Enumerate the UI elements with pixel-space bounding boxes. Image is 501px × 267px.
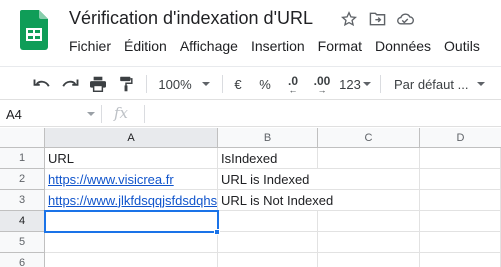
cell-a6[interactable] [45,253,218,267]
cell-c4[interactable] [318,211,420,232]
cell-b4[interactable] [218,211,318,232]
cloud-status-icon[interactable] [396,10,414,28]
cell-b6[interactable] [218,253,318,267]
chevron-down-icon [87,112,95,116]
print-icon[interactable] [86,67,110,101]
font-select[interactable]: Par défaut ... [388,67,492,101]
fx-icon: fx [114,104,129,122]
paint-format-icon[interactable] [114,67,138,101]
menu-edit[interactable]: Édition [124,38,167,54]
decrease-decimals-button[interactable]: .0 ← [283,67,303,101]
name-box-value: A4 [6,106,22,122]
zoom-value: 100% [158,76,192,92]
spreadsheet-grid: A B C D 1 2 3 4 5 6 URL IsIndexed https:… [0,128,501,267]
chevron-down-icon [201,82,210,86]
increase-decimals-button[interactable]: .00 → [310,67,334,101]
font-value: Par défaut ... [394,76,469,92]
cell-d1[interactable] [420,148,501,169]
currency-format-button[interactable]: € [229,67,247,101]
menu-view[interactable]: Affichage [180,38,238,54]
menu-format[interactable]: Format [318,38,362,54]
cell-c3[interactable] [318,190,420,211]
column-header-b[interactable]: B [218,128,318,148]
menu-data[interactable]: Données [375,38,431,54]
cell-c2[interactable] [318,169,420,190]
row-header-3[interactable]: 3 [0,190,45,211]
menu-bar: Fichier Édition Affichage Insertion Form… [69,38,493,54]
menu-file[interactable]: Fichier [69,38,111,54]
star-icon[interactable] [340,10,358,28]
cell-a5[interactable] [45,232,218,253]
percent-format-button[interactable]: % [256,67,274,101]
cell-b2[interactable]: URL is Indexed [218,169,318,190]
more-formats-label: 123 [339,76,361,92]
toolbar: 100% € % .0 ← .00 → 123 Par défaut ... [0,66,501,100]
undo-icon[interactable] [30,67,54,101]
chevron-down-icon [477,82,486,86]
cell-d3[interactable] [420,190,501,211]
cell-d6[interactable] [420,253,501,267]
cell-d4[interactable] [420,211,501,232]
redo-icon[interactable] [58,67,82,101]
chevron-down-icon [362,82,371,86]
active-cell-border[interactable] [44,210,219,233]
cell-a3[interactable]: https://www.jlkfdsqqjsfdsdqhs [45,190,218,211]
sheets-logo-icon[interactable] [20,10,48,50]
zoom-select[interactable]: 100% [154,67,214,101]
row-header-5[interactable]: 5 [0,232,45,253]
row-header-1[interactable]: 1 [0,148,45,169]
name-box[interactable]: A4 [0,101,100,127]
cell-c6[interactable] [318,253,420,267]
cell-d2[interactable] [420,169,501,190]
formula-bar: A4 fx [0,101,501,127]
cell-b5[interactable] [218,232,318,253]
column-header-c[interactable]: C [318,128,420,148]
cell-a2[interactable]: https://www.visicrea.fr [45,169,218,190]
row-header-2[interactable]: 2 [0,169,45,190]
document-title[interactable]: Vérification d'indexation d'URL [69,8,313,29]
menu-tools[interactable]: Outils [444,38,480,54]
cell-d5[interactable] [420,232,501,253]
column-header-a[interactable]: A [45,128,218,148]
cell-c5[interactable] [318,232,420,253]
menu-insert[interactable]: Insertion [251,38,305,54]
arrow-left-icon: ← [288,84,298,95]
cell-c1[interactable] [318,148,420,169]
cell-b1[interactable]: IsIndexed [218,148,318,169]
cell-b3[interactable]: URL is Not Indexed [218,190,333,211]
row-header-4[interactable]: 4 [0,211,45,232]
row-header-6[interactable]: 6 [0,253,45,267]
cell-a1[interactable]: URL [45,148,218,169]
more-formats-button[interactable]: 123 [338,67,372,101]
column-header-d[interactable]: D [420,128,501,148]
formula-input[interactable] [150,101,501,127]
fill-handle[interactable] [214,229,220,235]
arrow-right-icon: → [317,84,327,95]
select-all-corner[interactable] [0,128,45,148]
move-to-folder-icon[interactable] [368,10,386,28]
